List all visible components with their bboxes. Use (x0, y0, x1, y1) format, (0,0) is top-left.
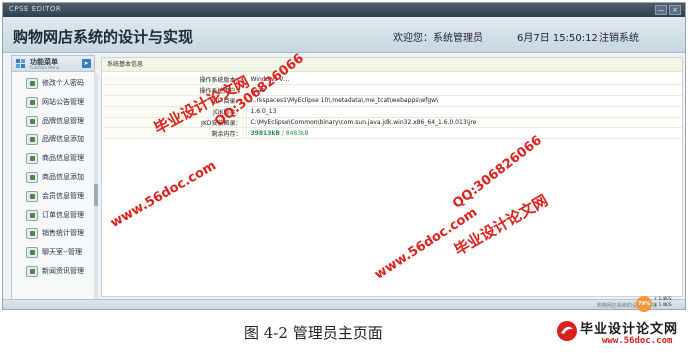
sidebar-item-label: 销售统计管理 (42, 229, 84, 238)
network-meter-icon[interactable]: 79% (636, 296, 652, 312)
row-value: C:\MyEclipse\Common\binary\com.sun.java.… (246, 117, 682, 129)
menu-icon (16, 59, 25, 68)
welcome-text: 欢迎您：系统管理员 (393, 33, 483, 44)
memory-free: 39813kB (250, 129, 280, 137)
system-info-table: 操作系统版本： Windows V… 操作系统用户： aaab 用户目录： …rksp… (104, 74, 682, 140)
sidebar-subtitle: Function Menu (30, 65, 60, 70)
table-row: 操作系统用户： aaab (104, 84, 682, 97)
memory-total: 8483kB (285, 129, 309, 137)
table-row: JKD安装目录： C:\MyEclipse\Common\binary\com.s… (104, 117, 682, 129)
row-key: 操作系统用户： (104, 84, 247, 97)
app-window: CPSE EDITOR — × 购物网店系统的设计与实现 欢迎您：系统管理员 6… (2, 2, 686, 310)
menu-item-icon (26, 228, 38, 240)
sidebar-header: 功能菜单 Function Menu ▸ (12, 56, 94, 72)
sidebar-item-product-add[interactable]: 商品信息添加 (12, 168, 94, 187)
network-speed: ↑ 1.4K/S ↓ 1.4K/S (654, 296, 672, 308)
site-logo: 毕业设计论文网 www.56doc.com (556, 316, 688, 350)
sidebar-item-notices[interactable]: 网站公告管理 (12, 93, 94, 112)
status-bar: 购物网店系统的设计与实现 (3, 299, 685, 309)
menu-item-icon (26, 96, 38, 108)
row-value: Windows V… (246, 74, 682, 86)
row-key: 操作系统版本： (104, 74, 247, 86)
row-key: JKD安装目录： (104, 117, 247, 129)
table-row: JDK版本： 1.6.0_13 (104, 106, 682, 118)
scrollbar-thumb[interactable] (94, 184, 98, 206)
menu-item-icon (26, 265, 38, 277)
sidebar-item-label: 新闻资讯管理 (42, 266, 84, 275)
sidebar-item-change-password[interactable]: 修改个人密码 (12, 74, 94, 93)
menu-item-icon (26, 190, 38, 202)
sidebar-item-members[interactable]: 会员信息管理 (12, 187, 94, 206)
table-row: 剩余内存： 39813kB / 8483kB (104, 127, 682, 140)
download-speed: ↓ 1.4K/S (654, 302, 672, 307)
menu-item-icon (26, 153, 38, 165)
logo-url: www.56doc.com (602, 336, 673, 346)
panel-title: 系统基本信息 (102, 58, 682, 72)
row-value: aaab (246, 84, 682, 97)
sidebar-item-news[interactable]: 新闻资讯管理 (12, 262, 94, 281)
sidebar-item-label: 修改个人密码 (42, 79, 84, 87)
logo-title: 毕业设计论文网 (580, 322, 679, 337)
sidebar-menu: 修改个人密码 网站公告管理 品牌信息管理 品牌信息添加 商品信息管理 商品信息添… (12, 74, 94, 281)
minimize-button[interactable]: — (655, 5, 667, 15)
sidebar-item-brand-add[interactable]: 品牌信息添加 (12, 130, 94, 149)
datetime-text: 6月7日 15:50:12 (517, 33, 598, 44)
row-value: 1.6.0_13 (246, 106, 682, 118)
sidebar-item-label: 品牌信息添加 (42, 135, 84, 144)
row-key: JDK版本： (104, 106, 247, 118)
menu-item-icon (26, 247, 38, 259)
menu-item-icon (26, 134, 38, 146)
row-value: …rkspaces1\MyEclipse 10\.metadata\.me_tc… (246, 95, 682, 107)
figure-caption: 图 4-2 管理员主页面 (244, 324, 383, 342)
page-title: 购物网店系统的设计与实现 (13, 28, 194, 46)
sidebar-item-orders[interactable]: 订单信息管理 (12, 206, 94, 225)
sidebar-item-label: 商品信息添加 (42, 172, 84, 181)
sidebar-item-label: 品牌信息管理 (42, 116, 84, 125)
menu-item-icon (26, 115, 38, 127)
logout-link[interactable]: 注销系统 (599, 29, 639, 44)
row-key: 剩余内存： (104, 127, 247, 140)
sidebar-item-product-manage[interactable]: 商品信息管理 (12, 149, 94, 168)
sidebar-item-label: 会员信息管理 (42, 191, 84, 200)
sidebar-item-label: 商品信息管理 (42, 154, 84, 163)
sidebar-item-brand-manage[interactable]: 品牌信息管理 (12, 112, 94, 131)
main-panel: 系统基本信息 操作系统版本： Windows V… 操作系统用户： aaab 用户目… (101, 57, 683, 297)
menu-item-icon (26, 78, 38, 89)
row-key: 用户目录： (104, 95, 247, 107)
sidebar-item-label: 聊天室--管理 (42, 248, 83, 257)
menu-item-icon (26, 209, 38, 221)
sidebar: 功能菜单 Function Menu ▸ 修改个人密码 网站公告管理 品牌信息管… (11, 55, 98, 301)
sidebar-item-sales[interactable]: 销售统计管理 (12, 224, 94, 243)
sidebar-item-label: 网站公告管理 (42, 97, 84, 106)
window-titlebar: CPSE EDITOR — × (3, 3, 685, 17)
logo-mark-icon (557, 321, 577, 341)
table-row: 操作系统版本： Windows V… (104, 74, 682, 86)
app-header: 购物网店系统的设计与实现 欢迎您：系统管理员 6月7日 15:50:12 注销系… (3, 17, 685, 53)
close-button[interactable]: × (669, 5, 681, 15)
sidebar-item-chatroom[interactable]: 聊天室--管理 (12, 243, 94, 262)
collapse-button[interactable]: ▸ (82, 59, 91, 68)
sidebar-item-label: 订单信息管理 (42, 210, 84, 219)
table-row: 用户目录： …rkspaces1\MyEclipse 10\.metadata\.… (104, 95, 682, 107)
memory-value: 39813kB / 8483kB (246, 127, 682, 140)
menu-item-icon (26, 171, 38, 183)
window-title: CPSE EDITOR (9, 5, 62, 13)
sidebar-scrollbar[interactable] (94, 74, 98, 300)
